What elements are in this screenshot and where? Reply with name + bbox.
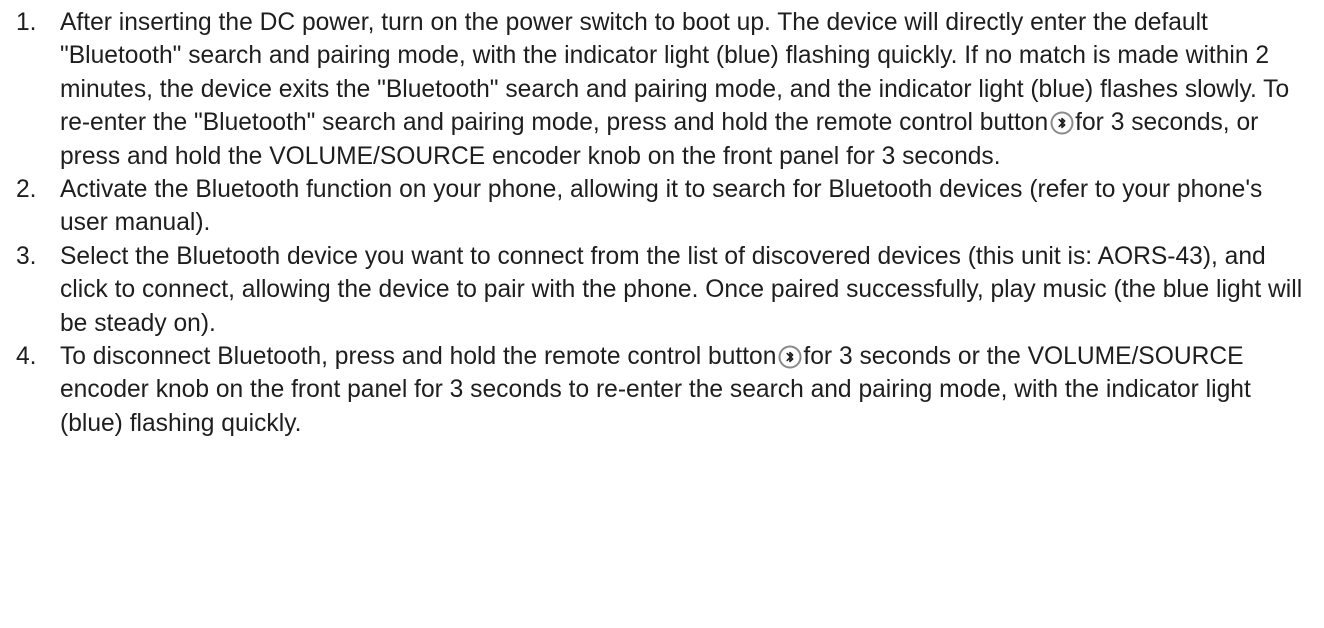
step-2: 2. Activate the Bluetooth function on yo… <box>0 173 1324 240</box>
step-text: Select the Bluetooth device you want to … <box>60 242 1303 337</box>
bluetooth-pairing-steps: 1. After inserting the DC power, turn on… <box>0 6 1324 440</box>
step-text: Activate the Bluetooth function on your … <box>60 176 1263 237</box>
step-3: 3. Select the Bluetooth device you want … <box>0 240 1324 340</box>
step-1: 1. After inserting the DC power, turn on… <box>0 6 1324 173</box>
step-text: To disconnect Bluetooth, press and hold … <box>60 343 777 371</box>
instruction-document: 1. After inserting the DC power, turn on… <box>0 0 1324 628</box>
step-number: 2. <box>16 176 37 204</box>
step-number: 4. <box>16 343 37 371</box>
step-number: 3. <box>16 242 37 270</box>
bluetooth-remote-button-icon <box>1050 111 1074 135</box>
step-number: 1. <box>16 9 37 36</box>
step-4: 4. To disconnect Bluetooth, press and ho… <box>0 340 1324 440</box>
bluetooth-remote-button-icon <box>778 345 802 369</box>
